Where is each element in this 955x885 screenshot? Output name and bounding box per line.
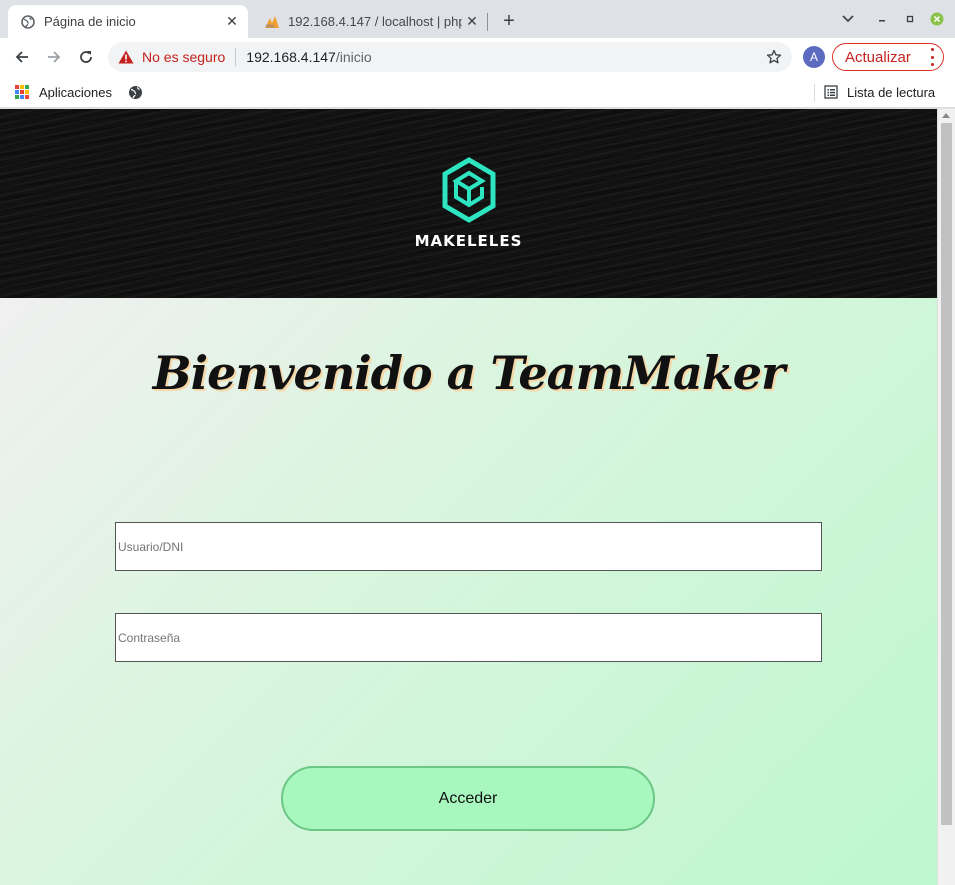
globe-icon [129, 85, 142, 99]
new-tab-button[interactable]: + [498, 10, 520, 32]
tab-divider [487, 13, 488, 31]
back-button[interactable] [9, 44, 35, 70]
bookmarks-bar: Aplicaciones Lista de lectura [0, 76, 955, 108]
forward-button[interactable] [41, 44, 67, 70]
close-tab-icon[interactable]: ✕ [222, 12, 242, 32]
svg-text:PMA: PMA [266, 24, 275, 29]
bookmarks-divider [814, 84, 815, 102]
page-scrollbar[interactable] [937, 109, 955, 885]
close-tab-icon[interactable]: ✕ [462, 12, 482, 32]
makeleles-logo-icon [442, 157, 496, 223]
tab-title: Página de inicio [44, 14, 136, 29]
update-label: Actualizar [845, 48, 911, 66]
login-section: Bienvenido a TeamMaker Acceder [0, 298, 937, 885]
browser-toolbar: No es seguro 192.168.4.147/inicio A Actu… [0, 38, 955, 76]
reading-list-icon [824, 85, 838, 99]
url-path: /inicio [335, 49, 372, 65]
password-input[interactable] [115, 613, 822, 662]
reading-list-label: Lista de lectura [847, 84, 936, 100]
tab-title: 192.168.4.147 / localhost | phpMyAdmin [288, 14, 462, 29]
apps-label: Aplicaciones [39, 84, 112, 100]
address-bar[interactable]: No es seguro 192.168.4.147/inicio [108, 42, 792, 72]
minimize-icon[interactable] [871, 8, 893, 30]
scrollbar-thumb[interactable] [941, 123, 952, 825]
tab-search-icon[interactable] [837, 8, 859, 30]
apps-shortcut[interactable]: Aplicaciones [15, 82, 112, 102]
page-title: Bienvenido a TeamMaker [152, 346, 785, 400]
globe-icon [20, 14, 36, 30]
close-window-icon[interactable] [926, 8, 948, 30]
update-button[interactable]: Actualizar [832, 43, 944, 71]
omnibox-divider [235, 48, 237, 66]
apps-grid-icon [15, 85, 29, 99]
reload-button[interactable] [73, 44, 99, 70]
header-banner: MAKELELES [0, 109, 937, 298]
page-viewport: MAKELELES Bienvenido a TeamMaker Acceder [0, 109, 937, 885]
tab-phpmyadmin[interactable]: PMA 192.168.4.147 / localhost | phpMyAdm… [252, 5, 488, 38]
login-button[interactable]: Acceder [281, 766, 655, 831]
reading-list-button[interactable]: Lista de lectura [824, 82, 935, 102]
profile-avatar[interactable]: A [803, 46, 825, 68]
tab-strip: Página de inicio ✕ PMA 192.168.4.147 / l… [0, 0, 955, 38]
url-host: 192.168.4.147 [246, 49, 336, 65]
brand-name: MAKELELES [414, 232, 523, 250]
more-menu-icon[interactable] [929, 48, 935, 66]
globe-bookmark[interactable] [128, 82, 143, 102]
security-status[interactable]: No es seguro [142, 49, 225, 65]
phpmyadmin-icon: PMA [264, 14, 280, 30]
scroll-up-arrow-icon[interactable] [942, 113, 950, 118]
bookmark-star-icon[interactable] [764, 47, 784, 67]
maximize-icon[interactable] [899, 8, 921, 30]
tab-home[interactable]: Página de inicio ✕ [8, 5, 248, 38]
username-input[interactable] [115, 522, 822, 571]
warning-icon[interactable] [118, 49, 134, 65]
